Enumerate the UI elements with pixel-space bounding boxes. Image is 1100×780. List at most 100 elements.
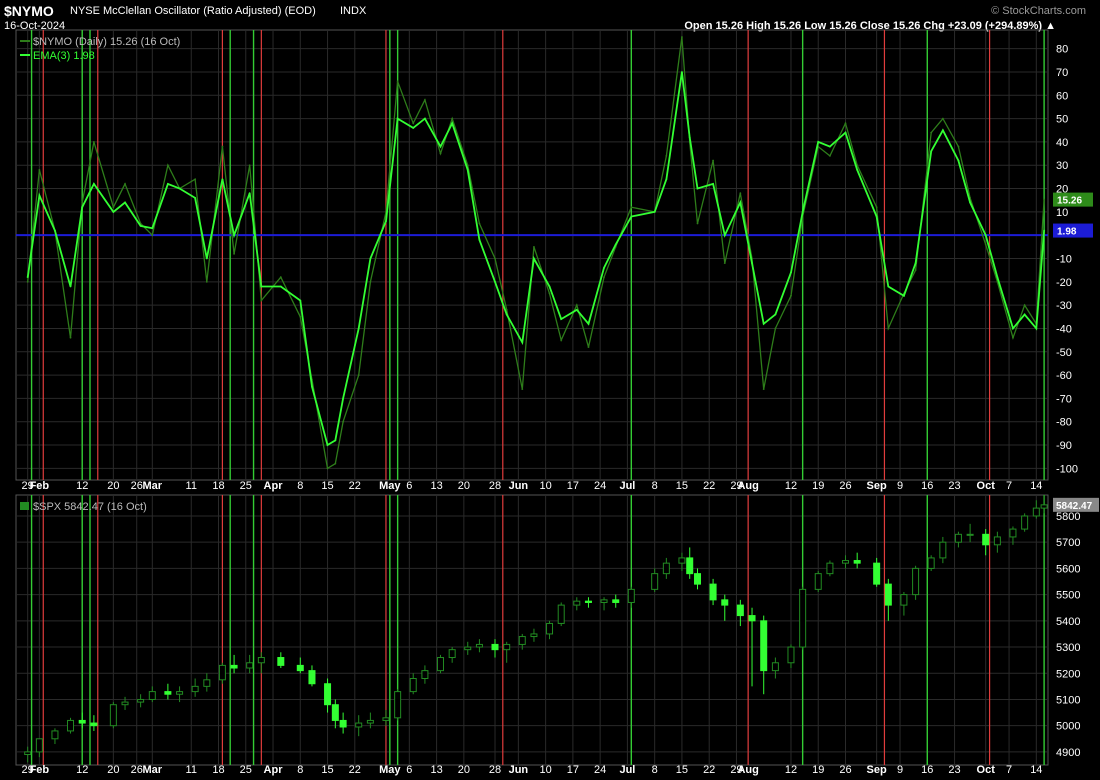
nymo-legend-label: $NYMO (Daily) 15.26 (16 Oct) [33, 36, 180, 48]
spx-candle-body [799, 588, 807, 648]
nymo-data-point [326, 467, 329, 470]
nymo-data-point [774, 327, 777, 330]
spx-candle-body [954, 533, 962, 543]
nymo-x-tick-label: 17 [567, 480, 579, 492]
ema3-data-point [38, 194, 41, 197]
spx-y-tick-label: 5400 [1056, 616, 1080, 628]
chart-canvas: 80 70 60 50 40 30 20 10 -10 -20 -30 -40 -50 -60 -70 -80… [15, 29, 1099, 776]
nymo-x-tick-label: Mar [143, 480, 163, 492]
nymo-x-tick-label: 23 [948, 480, 960, 492]
spx-x-tick-label: 26 [131, 764, 143, 776]
spx-candle-body [331, 704, 339, 721]
spx-candle-body [573, 600, 581, 606]
spx-candle-body [324, 683, 332, 706]
spx-candle-body [164, 691, 172, 695]
spx-x-tick-label: Apr [264, 764, 284, 776]
nymo-y-tick-label: 30 [1056, 160, 1068, 172]
nymo-data-point [81, 201, 84, 204]
spx-candle-body [296, 664, 304, 672]
nymo-data-point [630, 206, 633, 209]
nymo-data-point [342, 420, 345, 423]
nymo-data-point [334, 462, 337, 465]
ema3-data-point [221, 178, 224, 181]
spx-y-tick-label: 5200 [1056, 668, 1080, 680]
ema3-data-point [1023, 313, 1026, 316]
spx-y-tick-label: 5100 [1056, 694, 1080, 706]
ema3-data-point [205, 257, 208, 260]
spx-candle-body [409, 677, 417, 693]
spx-x-tick-label: Sep [867, 764, 887, 776]
ema3-data-point [494, 280, 496, 283]
spx-candle-body [787, 646, 795, 664]
nymo-y-tick-label: 70 [1056, 67, 1068, 79]
spx-candle-body [557, 604, 565, 624]
ema3-data-point [774, 313, 777, 316]
nymo-data-point [587, 346, 590, 348]
ema3-data-point [903, 294, 905, 297]
spx-candle-body [90, 722, 98, 727]
spx-candle-body [721, 599, 729, 606]
ema3-data-point [930, 150, 933, 153]
spx-candle-body [884, 583, 892, 606]
spx-x-tick-label: 14 [1030, 764, 1042, 776]
nymo-data-point [844, 122, 847, 125]
ema3-data-point [957, 159, 960, 162]
spx-x-tick-label: 26 [839, 764, 851, 776]
nymo-x-tick-label: Jun [509, 480, 529, 492]
spx-candle-body [121, 701, 129, 706]
spx-candle-body [137, 698, 145, 703]
ema3-data-point [334, 439, 337, 442]
spx-candle-body [382, 717, 390, 721]
spx-x-tick-label: 22 [703, 764, 715, 776]
spx-x-tick-label: 12 [76, 764, 88, 776]
spx-candle-body [912, 567, 920, 596]
nymo-y-tick-label: 40 [1056, 137, 1068, 149]
spx-y-tick-label: 5600 [1056, 563, 1080, 575]
nymo-data-point [723, 262, 726, 265]
nymo-data-point [424, 99, 426, 101]
ema3-data-point [723, 234, 726, 237]
spx-x-tick-label: 24 [594, 764, 606, 776]
nymo-x-tick-label: 22 [703, 480, 715, 492]
nymo-x-tick-label: 22 [349, 480, 361, 492]
nymo-x-tick-label: 14 [1030, 480, 1042, 492]
spx-candle-body [355, 722, 363, 728]
spx-candle-body [230, 664, 238, 669]
ema3-data-point [875, 215, 878, 218]
ema3-data-point [630, 215, 633, 218]
ema3-data-point [712, 182, 714, 185]
spx-candle-body [51, 730, 59, 740]
ema3-data-point [124, 201, 126, 204]
ema3-data-point [914, 262, 917, 265]
spx-candle-body [24, 751, 32, 756]
nymo-x-tick-label: Oct [977, 480, 996, 492]
nymo-series-line [27, 36, 1045, 470]
nymo-data-point [984, 243, 987, 246]
nymo-data-point [478, 222, 481, 225]
spx-x-tick-label: 17 [567, 764, 579, 776]
ema3-data-point [856, 168, 859, 171]
ema3-data-point [969, 201, 972, 204]
ema3-data-point [81, 206, 84, 209]
nymo-data-point [575, 304, 578, 307]
spx-candle-body [1021, 515, 1029, 530]
nymo-data-point [357, 374, 360, 376]
ema3-data-point [603, 266, 605, 269]
ema3-legend-label: EMA(3) 1.98 [33, 50, 95, 62]
spx-legend-label: $SPX 5842.47 (16 Oct) [33, 501, 147, 513]
spx-y-tick-label: 4900 [1056, 747, 1080, 759]
nymo-last-value-label: 15.26 [1057, 196, 1082, 207]
ema3-data-point [790, 271, 792, 274]
spx-candle-body [421, 670, 429, 679]
ema3-data-point [369, 257, 372, 260]
spx-x-tick-label: 6 [406, 764, 412, 776]
ema3-data-point [739, 201, 742, 204]
ema3-data-point [941, 129, 944, 132]
spx-y-tick-label: 5800 [1056, 511, 1080, 523]
nymo-x-tick-label: 28 [489, 480, 501, 492]
spx-y-tick-label: 5700 [1056, 537, 1080, 549]
spx-legend-swatch [20, 502, 29, 510]
nymo-panel-frame [15, 29, 1049, 481]
spx-candle-body [584, 600, 592, 603]
ema3-data-point [311, 385, 313, 388]
